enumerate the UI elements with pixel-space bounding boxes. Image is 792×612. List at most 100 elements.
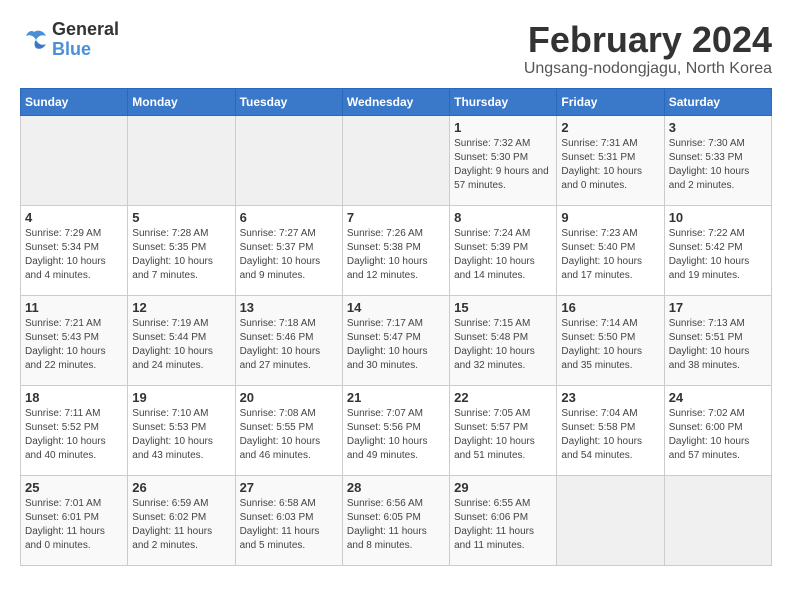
day-number: 28 [347, 480, 445, 495]
day-number: 19 [132, 390, 230, 405]
calendar-cell: 8 Sunrise: 7:24 AM Sunset: 5:39 PM Daylig… [450, 205, 557, 295]
day-info: Sunrise: 7:07 AM Sunset: 5:56 PM Dayligh… [347, 407, 445, 463]
calendar-cell: 24 Sunrise: 7:02 AM Sunset: 6:00 PM Dayli… [664, 385, 771, 475]
calendar-cell: 17Sunrise: 7:13 AM Sunset: 5:51 PM Dayli… [664, 295, 771, 385]
calendar-cell: 9 Sunrise: 7:23 AM Sunset: 5:40 PM Daylig… [557, 205, 664, 295]
calendar-cell: 20 Sunrise: 7:08 AM Sunset: 5:55 PM Dayli… [235, 385, 342, 475]
day-number: 22 [454, 390, 552, 405]
day-number: 18 [25, 390, 123, 405]
day-info: Sunrise: 6:58 AM Sunset: 6:03 PM Dayligh… [240, 497, 338, 553]
calendar-cell: 18 Sunrise: 7:11 AM Sunset: 5:52 PM Dayli… [21, 385, 128, 475]
day-number: 8 [454, 210, 552, 225]
day-info: Sunrise: 7:31 AM Sunset: 5:31 PM Dayligh… [561, 137, 659, 193]
calendar-cell: 13 Sunrise: 7:18 AM Sunset: 5:46 PM Dayli… [235, 295, 342, 385]
day-info: Sunrise: 7:01 AM Sunset: 6:01 PM Dayligh… [25, 497, 123, 553]
calendar-cell [342, 115, 449, 205]
day-number: 16 [561, 300, 659, 315]
day-number: 3 [669, 120, 767, 135]
calendar-cell: 5Sunrise: 7:28 AM Sunset: 5:35 PM Daylig… [128, 205, 235, 295]
logo-text: General Blue [52, 20, 119, 60]
day-header-thursday: Thursday [450, 88, 557, 115]
day-info: Sunrise: 7:30 AM Sunset: 5:33 PM Dayligh… [669, 137, 767, 193]
calendar-cell: 27Sunrise: 6:58 AM Sunset: 6:03 PM Dayli… [235, 475, 342, 565]
calendar-cell: 19 Sunrise: 7:10 AM Sunset: 5:53 PM Dayli… [128, 385, 235, 475]
day-info: Sunrise: 7:26 AM Sunset: 5:38 PM Dayligh… [347, 227, 445, 283]
day-header-sunday: Sunday [21, 88, 128, 115]
calendar-cell: 25 Sunrise: 7:01 AM Sunset: 6:01 PM Dayli… [21, 475, 128, 565]
day-number: 2 [561, 120, 659, 135]
day-info: Sunrise: 7:08 AM Sunset: 5:55 PM Dayligh… [240, 407, 338, 463]
calendar-cell: 22 Sunrise: 7:05 AM Sunset: 5:57 PM Dayli… [450, 385, 557, 475]
week-row-2: 4 Sunrise: 7:29 AM Sunset: 5:34 PM Daylig… [21, 205, 772, 295]
calendar-cell [128, 115, 235, 205]
day-info: Sunrise: 6:55 AM Sunset: 6:06 PM Dayligh… [454, 497, 552, 553]
day-info: Sunrise: 7:02 AM Sunset: 6:00 PM Dayligh… [669, 407, 767, 463]
day-number: 9 [561, 210, 659, 225]
day-info: Sunrise: 7:23 AM Sunset: 5:40 PM Dayligh… [561, 227, 659, 283]
calendar-cell: 26 Sunrise: 6:59 AM Sunset: 6:02 PM Dayli… [128, 475, 235, 565]
calendar-cell: 15Sunrise: 7:15 AM Sunset: 5:48 PM Dayli… [450, 295, 557, 385]
calendar-cell: 29Sunrise: 6:55 AM Sunset: 6:06 PM Dayli… [450, 475, 557, 565]
day-number: 15 [454, 300, 552, 315]
day-info: Sunrise: 7:32 AM Sunset: 5:30 PM Dayligh… [454, 137, 552, 193]
title-area: February 2024 Ungsang-nodongjagu, North … [524, 20, 772, 78]
logo: General Blue [20, 20, 119, 60]
calendar-cell: 12 Sunrise: 7:19 AM Sunset: 5:44 PM Dayli… [128, 295, 235, 385]
calendar-cell: 14 Sunrise: 7:17 AM Sunset: 5:47 PM Dayli… [342, 295, 449, 385]
calendar-cell: 11 Sunrise: 7:21 AM Sunset: 5:43 PM Dayli… [21, 295, 128, 385]
calendar-cell [235, 115, 342, 205]
day-info: Sunrise: 7:17 AM Sunset: 5:47 PM Dayligh… [347, 317, 445, 373]
day-info: Sunrise: 6:59 AM Sunset: 6:02 PM Dayligh… [132, 497, 230, 553]
calendar-table: SundayMondayTuesdayWednesdayThursdayFrid… [20, 88, 772, 566]
day-number: 25 [25, 480, 123, 495]
calendar-subtitle: Ungsang-nodongjagu, North Korea [524, 60, 772, 78]
calendar-cell: 2 Sunrise: 7:31 AM Sunset: 5:31 PM Daylig… [557, 115, 664, 205]
day-info: Sunrise: 7:14 AM Sunset: 5:50 PM Dayligh… [561, 317, 659, 373]
day-number: 6 [240, 210, 338, 225]
week-row-4: 18 Sunrise: 7:11 AM Sunset: 5:52 PM Dayli… [21, 385, 772, 475]
day-number: 1 [454, 120, 552, 135]
day-header-tuesday: Tuesday [235, 88, 342, 115]
day-number: 26 [132, 480, 230, 495]
day-info: Sunrise: 7:19 AM Sunset: 5:44 PM Dayligh… [132, 317, 230, 373]
day-info: Sunrise: 7:10 AM Sunset: 5:53 PM Dayligh… [132, 407, 230, 463]
day-number: 5 [132, 210, 230, 225]
calendar-title: February 2024 [524, 20, 772, 60]
logo-bird-icon [20, 28, 48, 52]
calendar-cell: 23Sunrise: 7:04 AM Sunset: 5:58 PM Dayli… [557, 385, 664, 475]
day-number: 13 [240, 300, 338, 315]
day-info: Sunrise: 7:05 AM Sunset: 5:57 PM Dayligh… [454, 407, 552, 463]
calendar-cell: 7 Sunrise: 7:26 AM Sunset: 5:38 PM Daylig… [342, 205, 449, 295]
day-info: Sunrise: 7:24 AM Sunset: 5:39 PM Dayligh… [454, 227, 552, 283]
day-number: 14 [347, 300, 445, 315]
day-number: 12 [132, 300, 230, 315]
day-number: 20 [240, 390, 338, 405]
day-number: 10 [669, 210, 767, 225]
day-header-saturday: Saturday [664, 88, 771, 115]
day-info: Sunrise: 7:13 AM Sunset: 5:51 PM Dayligh… [669, 317, 767, 373]
day-number: 11 [25, 300, 123, 315]
day-number: 24 [669, 390, 767, 405]
day-number: 7 [347, 210, 445, 225]
calendar-cell: 3 Sunrise: 7:30 AM Sunset: 5:33 PM Daylig… [664, 115, 771, 205]
calendar-cell: 6 Sunrise: 7:27 AM Sunset: 5:37 PM Daylig… [235, 205, 342, 295]
day-info: Sunrise: 7:29 AM Sunset: 5:34 PM Dayligh… [25, 227, 123, 283]
calendar-cell: 28Sunrise: 6:56 AM Sunset: 6:05 PM Dayli… [342, 475, 449, 565]
day-header-monday: Monday [128, 88, 235, 115]
day-info: Sunrise: 7:21 AM Sunset: 5:43 PM Dayligh… [25, 317, 123, 373]
day-number: 4 [25, 210, 123, 225]
day-header-friday: Friday [557, 88, 664, 115]
day-info: Sunrise: 7:27 AM Sunset: 5:37 PM Dayligh… [240, 227, 338, 283]
calendar-cell: 10 Sunrise: 7:22 AM Sunset: 5:42 PM Dayli… [664, 205, 771, 295]
calendar-cell: 16 Sunrise: 7:14 AM Sunset: 5:50 PM Dayli… [557, 295, 664, 385]
calendar-cell: 1 Sunrise: 7:32 AM Sunset: 5:30 PM Daylig… [450, 115, 557, 205]
day-info: Sunrise: 7:22 AM Sunset: 5:42 PM Dayligh… [669, 227, 767, 283]
calendar-cell [557, 475, 664, 565]
day-info: Sunrise: 7:11 AM Sunset: 5:52 PM Dayligh… [25, 407, 123, 463]
day-info: Sunrise: 7:18 AM Sunset: 5:46 PM Dayligh… [240, 317, 338, 373]
day-header-wednesday: Wednesday [342, 88, 449, 115]
day-number: 23 [561, 390, 659, 405]
calendar-cell: 4 Sunrise: 7:29 AM Sunset: 5:34 PM Daylig… [21, 205, 128, 295]
calendar-cell [21, 115, 128, 205]
calendar-cell [664, 475, 771, 565]
